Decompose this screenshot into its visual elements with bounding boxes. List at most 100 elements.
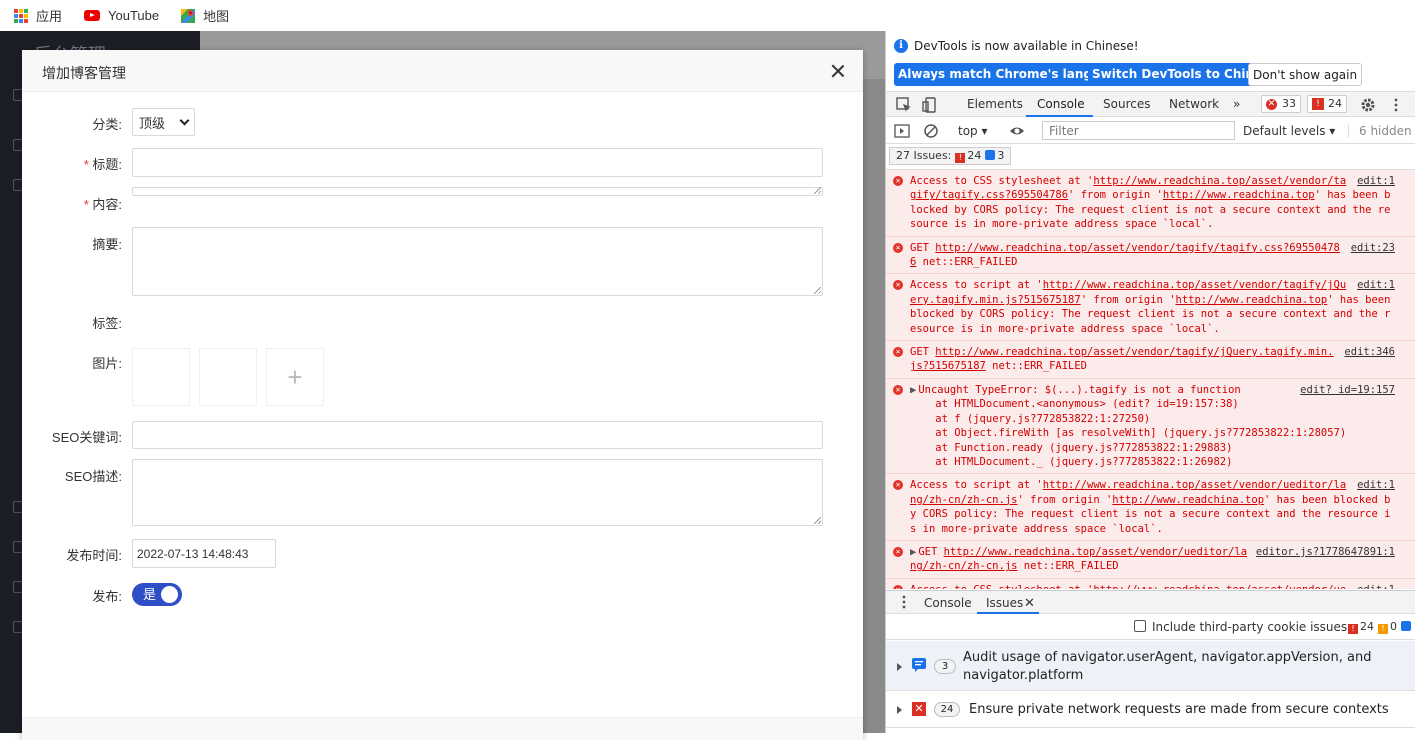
console-error-message: ✕ editor.js?1778647891:1 ▶ GET http://www.r… xyxy=(886,540,1415,579)
category-label: 分类: xyxy=(92,117,122,132)
info-icon: i xyxy=(894,39,908,53)
drawer-tab-console[interactable]: Console xyxy=(924,596,972,610)
third-party-checkbox[interactable] xyxy=(1134,620,1146,632)
seo-desc-textarea[interactable] xyxy=(132,459,823,526)
error-icon: ✕ xyxy=(893,480,903,491)
message-source-link[interactable]: edit? id=19:157 xyxy=(1300,383,1395,397)
dont-show-again-button[interactable]: Don't show again xyxy=(1248,63,1363,86)
clear-console-icon[interactable] xyxy=(923,123,939,139)
issues-toolbar: Include third-party cookie issues ! 24! 0 xyxy=(886,614,1415,640)
issue-flag-icon: ! xyxy=(1348,624,1358,634)
message-url-link[interactable]: http://www.readchina.top xyxy=(1112,494,1264,506)
close-icon[interactable]: ✕ xyxy=(1024,596,1035,611)
device-toolbar-icon[interactable] xyxy=(922,97,938,113)
image-label: 图片: xyxy=(92,356,122,371)
tab-elements[interactable]: Elements xyxy=(967,97,1023,111)
tab-network[interactable]: Network xyxy=(1169,97,1219,111)
issues-bar: 27 Issues:! 24 3 xyxy=(886,144,1415,170)
issues-chip[interactable]: 27 Issues:! 24 3 xyxy=(889,147,1012,165)
message-text: net::ERR_FAILED xyxy=(985,360,1088,373)
issue-row-navigator[interactable]: 3 Audit usage of navigator.userAgent, na… xyxy=(886,641,1415,691)
close-icon[interactable] xyxy=(829,62,847,80)
tab-console[interactable]: Console xyxy=(1037,97,1085,111)
issues-blue-count: 3 xyxy=(997,149,1005,162)
drawer-tab-issues[interactable]: Issues xyxy=(986,596,1023,610)
message-source-link[interactable]: edit:1 xyxy=(1357,278,1395,292)
expand-icon[interactable] xyxy=(897,706,902,714)
content-textarea[interactable] xyxy=(132,187,823,196)
title-input[interactable] xyxy=(132,148,823,177)
publish-label: 发布: xyxy=(92,589,122,604)
expand-caret-icon[interactable]: ▶ xyxy=(910,383,916,397)
info-issue-icon xyxy=(1401,621,1411,631)
message-text: ' from origin ' xyxy=(1080,293,1176,306)
filter-input[interactable]: Filter xyxy=(1042,121,1235,140)
drawer-red-count: 24 xyxy=(1360,620,1374,633)
message-text: Access to script at ' xyxy=(910,479,1043,492)
summary-textarea[interactable] xyxy=(132,227,823,296)
message-text: Access to CSS stylesheet at ' xyxy=(910,175,1094,187)
expand-caret-icon[interactable]: ▶ xyxy=(910,545,916,559)
error-icon: ✕ xyxy=(893,546,903,557)
message-url-link[interactable]: http://www.readchina.top/asset/vendor/ta… xyxy=(910,346,1334,372)
category-select[interactable]: 顶级 xyxy=(132,108,195,136)
maps-icon xyxy=(181,8,196,23)
modal-footer xyxy=(22,717,863,740)
message-source-link[interactable]: edit:1 xyxy=(1357,174,1395,188)
message-text: net::ERR_FAILED xyxy=(916,256,1018,269)
sidebar-toggle-icon[interactable] xyxy=(894,123,910,139)
bookmark-maps[interactable]: 地图 xyxy=(181,6,229,25)
message-source-link[interactable]: edit:1 xyxy=(1357,583,1395,589)
seo-keywords-label: SEO关键词: xyxy=(51,430,122,445)
modal-header: 增加博客管理 xyxy=(22,50,863,92)
kebab-menu-icon[interactable] xyxy=(1388,97,1404,113)
issue-text: Audit usage of navigator.userAgent, navi… xyxy=(963,650,1372,683)
inspect-icon[interactable] xyxy=(896,97,912,113)
toggle-knob xyxy=(161,586,178,603)
console-error-message: ✕ edit:1 Access to script at ' http://www.r… xyxy=(886,474,1415,541)
image-slot xyxy=(132,348,190,406)
resize-handle-icon[interactable] xyxy=(814,187,821,194)
expand-icon[interactable] xyxy=(897,663,902,671)
issue-count-badge[interactable]: ! 24 xyxy=(1307,95,1347,113)
publish-toggle[interactable]: 是 xyxy=(132,583,182,606)
gear-icon[interactable] xyxy=(1360,97,1376,113)
bookmark-apps[interactable]: 应用 xyxy=(14,6,62,25)
drawer-tabbar: Console Issues ✕ xyxy=(886,590,1415,614)
message-source-link[interactable]: editor.js?1778647891:1 xyxy=(1256,545,1395,559)
console-error-message: ✕ edit:1 Access to script at ' http://www.r… xyxy=(886,274,1415,342)
tab-sources[interactable]: Sources xyxy=(1103,97,1150,111)
message-text: GET xyxy=(910,346,936,359)
levels-label: Default levels xyxy=(1243,124,1326,138)
message-url-link[interactable]: http://www.readchina.top xyxy=(1163,189,1315,201)
default-levels-select[interactable]: Default levels ▾ xyxy=(1243,124,1335,138)
more-tabs-icon[interactable]: » xyxy=(1233,97,1240,111)
image-slot xyxy=(199,348,257,406)
message-source-link[interactable]: edit:1 xyxy=(1357,478,1395,492)
bookmark-label: 应用 xyxy=(36,9,63,24)
message-url-link[interactable]: http://www.readchina.top xyxy=(1176,294,1328,306)
context-select[interactable]: top ▾ xyxy=(958,124,988,138)
kebab-menu-icon[interactable] xyxy=(896,594,912,610)
error-icon: ✕ xyxy=(893,242,903,253)
issue-flag-icon: ! xyxy=(1312,98,1324,110)
console-error-message: ✕edit:1Access to CSS stylesheet at 'http… xyxy=(886,578,1415,589)
seo-keywords-input[interactable] xyxy=(132,421,823,449)
drawer-counts: ! 24! 0 xyxy=(1344,620,1413,634)
resize-handle-icon[interactable] xyxy=(814,517,821,524)
bookmark-youtube[interactable]: YouTube xyxy=(84,8,159,23)
issue-count: 24 xyxy=(1328,97,1342,110)
message-source-link[interactable]: edit:346 xyxy=(1344,345,1395,359)
message-source-link[interactable]: edit:23 xyxy=(1351,241,1395,255)
issue-row-private-network[interactable]: ✕ 24 Ensure private network requests are… xyxy=(886,692,1415,728)
devtools-panel: i DevTools is now available in Chinese! … xyxy=(885,31,1415,733)
resize-handle-icon[interactable] xyxy=(814,287,821,294)
eye-icon[interactable] xyxy=(1009,123,1025,139)
devtools-infobar: i DevTools is now available in Chinese! … xyxy=(886,31,1415,91)
toggle-text: 是 xyxy=(143,587,157,602)
error-count-badge[interactable]: ✕ 33 xyxy=(1261,95,1301,113)
publish-time-input[interactable]: 2022-07-13 14:48:43 xyxy=(132,539,276,568)
error-icon: ✕ xyxy=(893,584,903,589)
image-upload-button[interactable]: + xyxy=(266,348,324,406)
console-error-message: ✕ edit:346 GET http://www.readchina.top/as… xyxy=(886,341,1415,379)
